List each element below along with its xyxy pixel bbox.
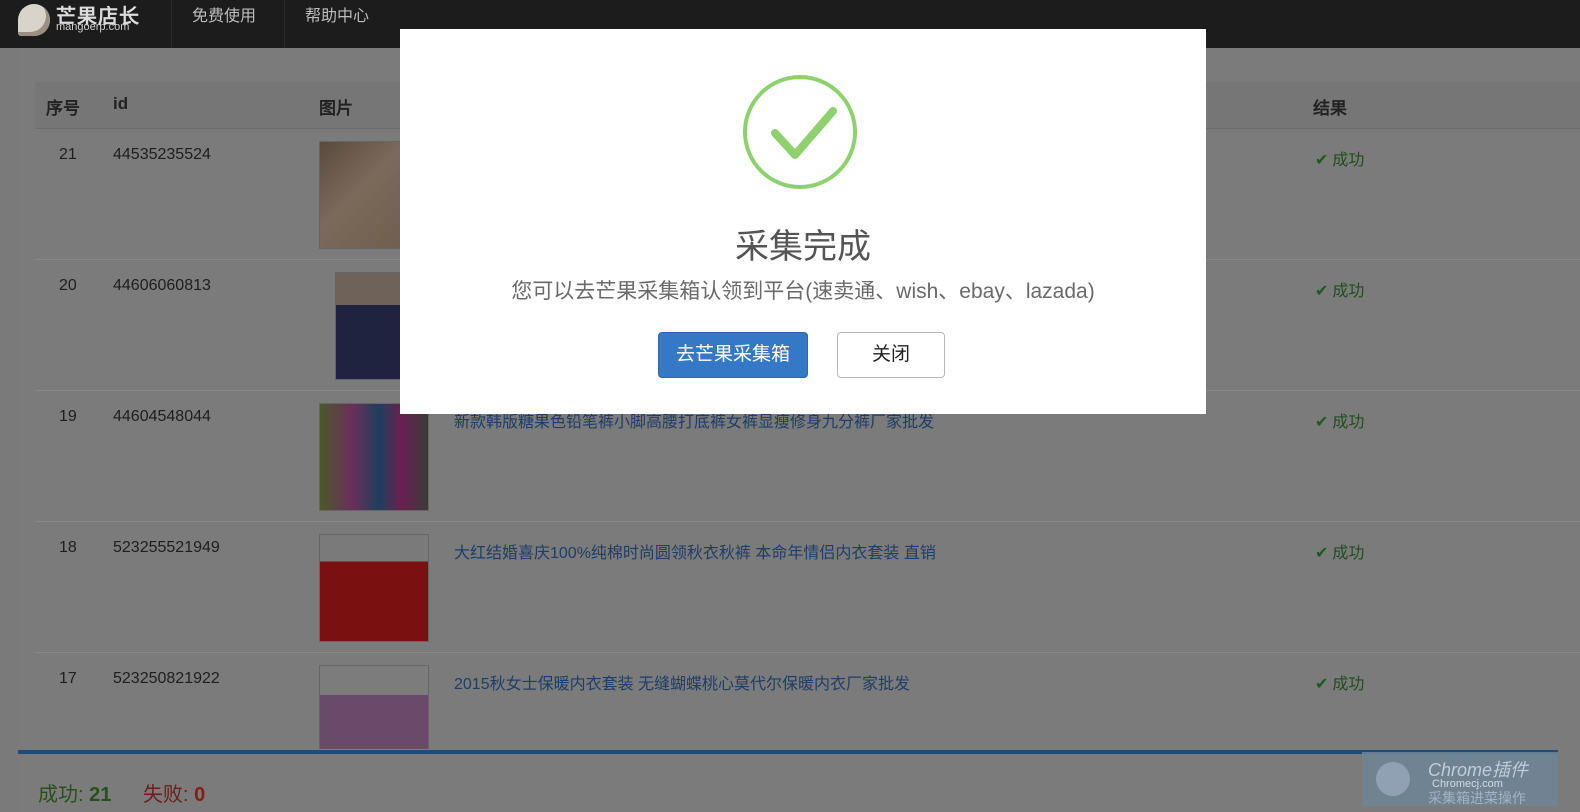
row-no: 20 [59, 277, 77, 294]
check-icon: ✔ [1315, 545, 1329, 562]
result-text: 成功 [1332, 152, 1365, 169]
fail-label: 失败: [142, 784, 189, 806]
row-id: 44604548044 [113, 408, 211, 425]
header-no: 序号 [46, 99, 80, 118]
header-result: 结果 [1313, 99, 1347, 118]
row-result: ✔ 成功 [1315, 146, 1364, 170]
check-icon: ✔ [1315, 414, 1329, 431]
summary-bar: 成功: 21 失败: 0 [38, 778, 205, 807]
result-text: 成功 [1332, 283, 1365, 300]
row-no: 18 [59, 539, 77, 556]
product-thumbnail[interactable] [319, 534, 429, 642]
row-result: ✔ 成功 [1315, 277, 1364, 301]
nav-free-use[interactable]: 免费使用 [171, 0, 276, 48]
header-id: id [113, 94, 129, 113]
row-no: 17 [59, 670, 77, 687]
header-image: 图片 [319, 99, 353, 118]
product-thumbnail[interactable] [319, 403, 429, 511]
go-to-collection-box-button[interactable]: 去芒果采集箱 [658, 332, 808, 378]
row-result: ✔ 成功 [1315, 670, 1364, 694]
table-row: 18 523255521949 大红结婚喜庆100%纯棉时尚圆领秋衣秋裤 本命年… [35, 522, 1580, 653]
collection-complete-dialog: 采集完成 您可以去芒果采集箱认领到平台(速卖通、wish、ebay、lazada… [400, 29, 1206, 414]
row-result: ✔ 成功 [1315, 408, 1364, 432]
table-row: 17 523250821922 2015秋女士保暖内衣套装 无缝蝴蝶桃心莫代尔保… [35, 653, 1580, 749]
row-id: 523255521949 [113, 539, 220, 556]
table-bottom-border [18, 750, 1558, 754]
success-label: 成功: [38, 784, 84, 806]
success-count: 21 [89, 784, 112, 806]
row-result: ✔ 成功 [1315, 539, 1364, 563]
result-text: 成功 [1332, 676, 1365, 693]
result-text: 成功 [1332, 414, 1365, 431]
row-no: 21 [59, 146, 77, 163]
row-id: 523250821922 [113, 670, 220, 687]
row-id: 44535235524 [113, 146, 211, 163]
mango-logo-icon [18, 4, 50, 36]
check-icon: ✔ [1315, 676, 1329, 693]
nav-help-center[interactable]: 帮助中心 [284, 0, 389, 48]
row-id: 44606060813 [113, 277, 211, 294]
brand-logo[interactable]: 芒果店长 mangoerp.com [18, 0, 168, 40]
product-thumbnail[interactable] [319, 665, 429, 749]
check-icon: ✔ [1315, 283, 1329, 300]
dialog-description: 您可以去芒果采集箱认领到平台(速卖通、wish、ebay、lazada) [511, 280, 1095, 303]
row-no: 19 [59, 408, 77, 425]
result-text: 成功 [1332, 545, 1365, 562]
product-title-link[interactable]: 大红结婚喜庆100%纯棉时尚圆领秋衣秋裤 本命年情侣内衣套装 直销 [454, 539, 936, 563]
watermark: Chrome插件 Chromecj.com 采集箱进菜操作 [1362, 752, 1558, 806]
brand-domain: mangoerp.com [56, 21, 130, 33]
dialog-title: 采集完成 [735, 228, 871, 266]
product-title-link[interactable]: 2015秋女士保暖内衣套装 无缝蝴蝶桃心莫代尔保暖内衣厂家批发 [454, 670, 910, 694]
check-circle-icon [743, 75, 857, 189]
watermark-line3: 采集箱进菜操作 [1428, 790, 1526, 806]
watermark-logo-icon [1376, 762, 1410, 796]
check-icon: ✔ [1315, 152, 1329, 169]
close-button[interactable]: 关闭 [837, 332, 945, 378]
fail-count: 0 [194, 784, 206, 806]
